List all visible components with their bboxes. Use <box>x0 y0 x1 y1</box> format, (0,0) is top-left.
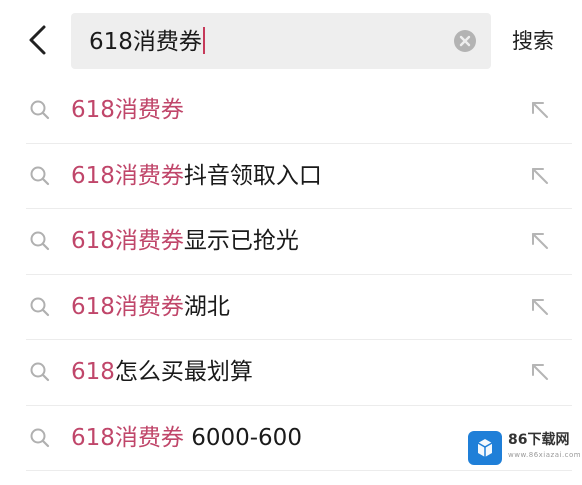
suggestion-highlight: 618消费券 <box>71 424 184 451</box>
suggestion-rest: 湖北 <box>183 293 230 320</box>
suggestion-highlight: 618消费券 <box>71 97 184 123</box>
watermark-url: www.86xiazai.com <box>508 451 582 459</box>
arrow-up-left-icon[interactable] <box>528 98 552 122</box>
search-header: 618消费券 搜索 <box>0 0 582 80</box>
suggestion-item[interactable]: 618消费券 <box>0 78 582 144</box>
search-page: 618消费券 搜索 618消费券 618消费券抖音领取入口 618消费券显示已抢光 6… <box>0 0 582 485</box>
suggestion-item[interactable]: 618消费券抖音领取入口 <box>0 144 582 210</box>
suggestion-text: 618消费券 <box>71 94 184 126</box>
suggestion-highlight: 618消费券 <box>71 293 184 320</box>
suggestion-highlight: 618消费券 <box>71 228 184 254</box>
suggestion-text: 618消费券湖北 <box>71 291 230 323</box>
suggestion-rest: 显示已抢光 <box>183 228 299 254</box>
arrow-up-left-icon[interactable] <box>528 360 552 384</box>
suggestion-text: 618消费券 6000-600 <box>71 422 302 454</box>
suggestion-text: 618消费券显示已抢光 <box>71 225 299 257</box>
search-icon <box>29 99 51 121</box>
suggestion-item[interactable]: 618消费券湖北 <box>0 275 582 341</box>
search-icon <box>29 230 51 252</box>
watermark: 86下载网 www.86xiazai.com <box>466 429 581 465</box>
arrow-up-left-icon[interactable] <box>528 164 552 188</box>
suggestion-highlight: 618消费券 <box>71 162 184 189</box>
suggestion-item[interactable]: 618怎么买最划算 <box>0 340 582 406</box>
search-button[interactable]: 搜索 <box>512 26 554 56</box>
chevron-left-icon <box>29 25 46 55</box>
clear-circle-icon <box>454 30 476 52</box>
suggestion-rest: 怎么买最划算 <box>114 359 253 385</box>
suggestion-list: 618消费券 618消费券抖音领取入口 618消费券显示已抢光 618消费券湖北 618… <box>0 78 582 471</box>
search-icon <box>29 427 51 449</box>
suggestion-rest: 抖音领取入口 <box>183 162 322 189</box>
watermark-logo <box>468 431 502 465</box>
suggestion-item[interactable]: 618消费券显示已抢光 <box>0 209 582 275</box>
watermark-name: 86下载网 <box>508 432 570 448</box>
suggestion-rest: 6000-600 <box>183 424 302 451</box>
clear-button[interactable] <box>453 29 477 53</box>
search-input[interactable]: 618消费券 <box>71 13 491 69</box>
back-button[interactable] <box>22 22 56 58</box>
search-icon <box>29 361 51 383</box>
search-icon <box>29 165 51 187</box>
suggestion-text: 618消费券抖音领取入口 <box>71 160 322 192</box>
suggestion-text: 618怎么买最划算 <box>71 356 253 388</box>
search-input-value[interactable]: 618消费券 <box>89 27 205 55</box>
arrow-up-left-icon[interactable] <box>528 229 552 253</box>
arrow-up-left-icon[interactable] <box>528 295 552 319</box>
text-caret <box>202 27 205 54</box>
suggestion-highlight: 618 <box>71 359 115 385</box>
search-icon <box>29 296 51 318</box>
